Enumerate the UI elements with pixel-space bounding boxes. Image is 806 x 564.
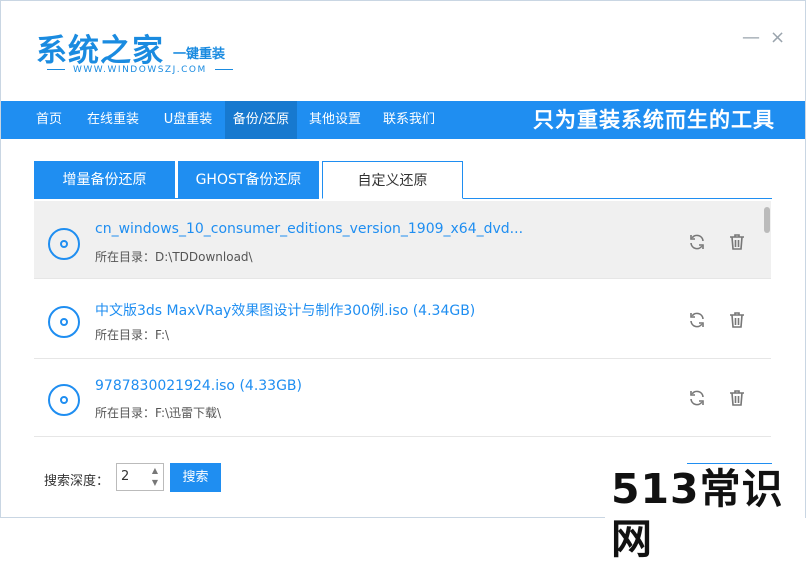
search-depth-stepper[interactable]: 2 ▲ ▼: [116, 463, 164, 491]
item-directory: 所在目录：F:\迅雷下载\: [95, 406, 222, 420]
trash-icon[interactable]: [727, 232, 747, 252]
nav-other-settings[interactable]: 其他设置: [301, 101, 369, 139]
item-filename[interactable]: 中文版3ds MaxVRay效果图设计与制作300例.iso (4.34GB): [95, 300, 475, 320]
tab-ghost-backup[interactable]: GHOST备份还原: [178, 161, 319, 199]
item-filename[interactable]: cn_windows_10_consumer_editions_version_…: [95, 221, 523, 237]
disc-icon: [48, 384, 80, 416]
list-item[interactable]: 9787830021924.iso (4.33GB) 所在目录：F:\迅雷下载\: [34, 359, 771, 437]
stepper-down-icon[interactable]: ▼: [149, 477, 161, 489]
disc-icon: [48, 306, 80, 338]
item-directory: 所在目录：F:\: [95, 328, 170, 342]
main-nav: 首页 在线重装 U盘重装 备份/还原 其他设置 联系我们 只为重装系统而生的工具: [1, 101, 805, 139]
watermark: 513常识网: [605, 464, 805, 564]
list-item[interactable]: cn_windows_10_consumer_editions_version_…: [34, 201, 771, 279]
search-depth-label: 搜索深度：: [44, 474, 110, 489]
trash-icon[interactable]: [727, 388, 747, 408]
logo-url-text: WWW.WINDOWSZJ.COM: [73, 65, 207, 75]
refresh-icon[interactable]: [687, 232, 707, 252]
image-list: cn_windows_10_consumer_editions_version_…: [34, 201, 771, 439]
tab-divider-right: [463, 198, 772, 199]
minimize-button[interactable]: —: [742, 27, 760, 48]
nav-backup-restore[interactable]: 备份/还原: [225, 101, 297, 139]
disc-icon: [48, 228, 80, 260]
list-scrollbar[interactable]: [764, 207, 770, 233]
trash-icon[interactable]: [727, 310, 747, 330]
list-item[interactable]: 中文版3ds MaxVRay效果图设计与制作300例.iso (4.34GB) …: [34, 281, 771, 359]
nav-home[interactable]: 首页: [25, 101, 73, 139]
nav-online-reinstall[interactable]: 在线重装: [78, 101, 148, 139]
search-depth-value[interactable]: 2: [121, 469, 129, 484]
tab-custom-restore[interactable]: 自定义还原: [322, 161, 463, 199]
tab-incremental-backup[interactable]: 增量备份还原: [34, 161, 175, 199]
refresh-icon[interactable]: [687, 388, 707, 408]
item-filename[interactable]: 9787830021924.iso (4.33GB): [95, 378, 302, 394]
slogan: 只为重装系统而生的工具: [533, 108, 775, 132]
search-button[interactable]: 搜索: [170, 463, 221, 492]
tab-divider-left: [34, 198, 289, 199]
stepper-up-icon[interactable]: ▲: [149, 465, 161, 477]
close-button[interactable]: ×: [770, 27, 785, 48]
tab-bar: 增量备份还原 GHOST备份还原 自定义还原: [34, 161, 772, 199]
refresh-icon[interactable]: [687, 310, 707, 330]
logo-subtitle: 一键重装: [173, 47, 226, 62]
app-window: 系统之家 一键重装 WWW.WINDOWSZJ.COM — × 首页 在线重装 …: [0, 0, 806, 564]
logo-url: WWW.WINDOWSZJ.COM: [39, 65, 241, 75]
title-bar: 系统之家 一键重装 WWW.WINDOWSZJ.COM — ×: [1, 1, 805, 101]
nav-usb-reinstall[interactable]: U盘重装: [152, 101, 224, 139]
item-directory: 所在目录：D:\TDDownload\: [95, 250, 253, 264]
nav-contact[interactable]: 联系我们: [374, 101, 444, 139]
logo-title: 系统之家: [36, 33, 164, 69]
